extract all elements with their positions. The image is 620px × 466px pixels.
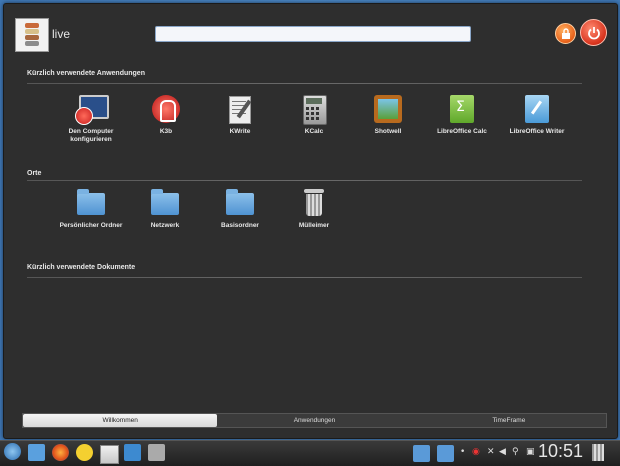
lock-icon: [561, 28, 570, 39]
file-manager-icon[interactable]: [28, 444, 45, 461]
home-folder-icon: [75, 187, 107, 219]
shutdown-button[interactable]: [580, 19, 607, 46]
folder-icon[interactable]: [437, 445, 454, 462]
chat-icon[interactable]: [76, 444, 93, 461]
trash-icon: [298, 187, 330, 219]
section-recent-apps: Kürzlich verwendete Anwendungen: [27, 70, 145, 77]
media-player-icon[interactable]: [124, 444, 141, 461]
folder-icon: [224, 187, 256, 219]
app-kwrite[interactable]: KWrite: [203, 93, 277, 136]
section-recent-documents: Kürzlich verwendete Dokumente: [27, 264, 136, 271]
lock-button[interactable]: [555, 23, 576, 44]
trash-icon[interactable]: [592, 444, 604, 461]
app-k3b[interactable]: K3b: [129, 93, 203, 136]
network-folder-icon: [149, 187, 181, 219]
divider: [27, 83, 582, 84]
place-home[interactable]: Persönlicher Ordner: [54, 187, 128, 230]
libreoffice-calc-icon: Σ: [446, 93, 478, 125]
section-places: Orte: [27, 170, 42, 177]
kwrite-icon: [224, 93, 256, 125]
place-network[interactable]: Netzwerk: [128, 187, 202, 230]
libreoffice-writer-icon: [521, 93, 553, 125]
application-launcher: live Kürzlich verwendete Anwendungen Den…: [3, 3, 618, 439]
tab-anwendungen[interactable]: Anwendungen: [217, 414, 411, 427]
app-libreoffice-writer[interactable]: LibreOffice Writer: [500, 93, 574, 136]
divider: [27, 277, 582, 278]
launcher-tabs: Willkommen Anwendungen TimeFrame: [22, 413, 607, 428]
app-kcalc[interactable]: KCalc: [277, 93, 351, 136]
place-root[interactable]: Basisordner: [203, 187, 277, 230]
tab-timeframe[interactable]: TimeFrame: [412, 414, 606, 427]
place-trash[interactable]: Mülleimer: [277, 187, 351, 230]
k3b-icon: [150, 93, 182, 125]
notification-icon[interactable]: •: [460, 447, 465, 457]
username: live: [52, 27, 71, 41]
avatar: [15, 18, 49, 52]
folder-icon[interactable]: [413, 445, 430, 462]
screenshot-icon[interactable]: [148, 444, 165, 461]
usb-icon[interactable]: ⚲: [512, 447, 519, 457]
tab-willkommen[interactable]: Willkommen: [23, 414, 218, 427]
search-input[interactable]: [155, 26, 471, 42]
volume-icon[interactable]: ◀: [499, 447, 506, 457]
network-icon[interactable]: ✕: [487, 447, 495, 457]
app-libreoffice-calc[interactable]: Σ LibreOffice Calc: [425, 93, 499, 136]
power-icon: [587, 26, 600, 39]
kcalc-icon: [298, 93, 330, 125]
app-shotwell[interactable]: Shotwell: [351, 93, 425, 136]
clock[interactable]: 10:51: [538, 441, 583, 462]
firefox-icon[interactable]: [52, 444, 69, 461]
battery-icon[interactable]: ▣: [526, 447, 535, 457]
app-system-settings[interactable]: Den Computer konfigurieren: [54, 93, 128, 144]
divider: [27, 180, 582, 181]
mail-icon[interactable]: [100, 445, 119, 464]
monitor-settings-icon: [75, 93, 109, 125]
start-menu-icon[interactable]: [4, 443, 21, 460]
shotwell-icon: [372, 93, 404, 125]
update-icon[interactable]: ◉: [472, 447, 480, 457]
